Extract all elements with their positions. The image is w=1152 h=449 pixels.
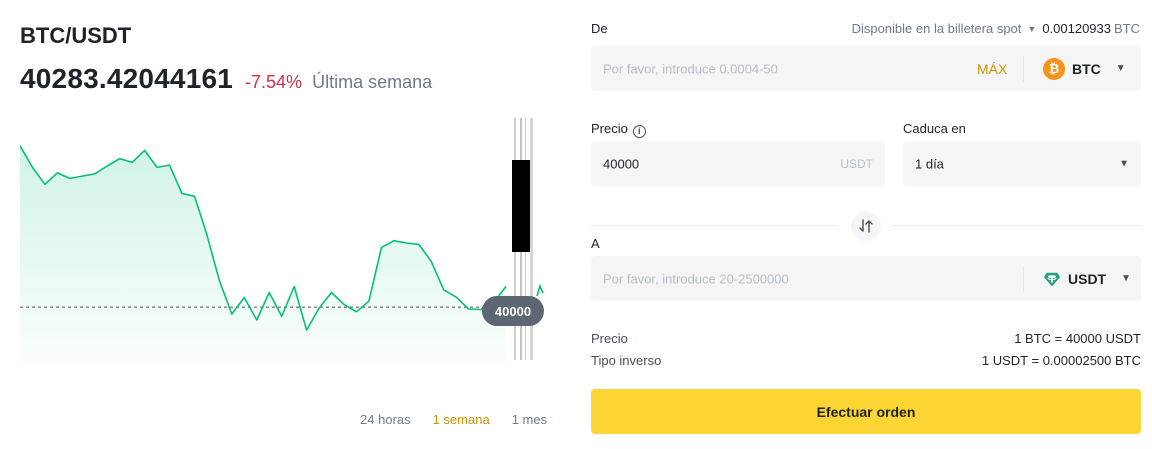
caret-down-icon[interactable]: ▼ [1027,24,1036,34]
summary-price-row: Precio 1 BTC = 40000 USDT [591,331,1141,346]
price-line-tail [536,283,544,297]
price-unit: USDT [840,157,873,171]
available-balance: Disponible en la billetera spot ▼ 0.0012… [852,21,1140,36]
range-tab-1w[interactable]: 1 semana [433,412,490,427]
usdt-icon [1043,272,1061,286]
price-field[interactable]: 40000 USDT [591,142,885,186]
divider-left [591,225,838,226]
price-chart-svg [20,118,544,363]
price-change: -7.54% [245,72,303,92]
pair-title: BTC/USDT [20,23,132,48]
caret-down-icon: ▼ [1119,158,1129,170]
current-price: 40283.42044161 [20,63,234,94]
swap-icon [859,219,873,233]
to-amount-input[interactable]: Por favor, introduce 20-2500000 [603,271,789,286]
divider-right [893,225,1141,226]
range-tabs: 24 horas 1 semana 1 mes [360,412,547,427]
render-artifact [512,160,530,252]
available-label: Disponible en la billetera spot [851,21,1022,36]
expires-value: 1 día [915,156,944,172]
divider [1023,266,1024,292]
max-button[interactable]: MÁX [977,61,1007,77]
summary-inverse-row: Tipo inverso 1 USDT = 0.00002500 BTC [591,353,1141,368]
range-tab-24h[interactable]: 24 horas [360,412,411,427]
to-coin-label: USDT [1068,270,1107,287]
divider [1023,56,1024,82]
price-input[interactable]: 40000 [603,157,639,172]
available-currency: BTC [1114,21,1140,36]
price-row: 40283.42044161 -7.54% Última semana [20,63,432,95]
caret-down-icon: ▼ [1121,273,1132,284]
btc-icon: ₿ [1043,57,1065,80]
expires-select[interactable]: 1 día ▼ [903,142,1141,186]
caret-down-icon: ▼ [1115,63,1126,74]
summary-inverse-value: 1 USDT = 0.00002500 BTC [981,353,1141,368]
summary-inverse-label: Tipo inverso [591,353,662,368]
from-amount-field[interactable]: Por favor, introduce 0.0004-50 MÁX ₿ BTC… [591,46,1141,91]
summary-price-value: 1 BTC = 40000 USDT [1014,331,1141,346]
price-area [20,145,506,363]
to-amount-field[interactable]: Por favor, introduce 20-2500000 USDT ▼ [591,256,1141,301]
available-amount: 0.00120933 [1042,21,1111,36]
price-chart [20,118,546,363]
swap-button[interactable] [851,211,881,241]
summary-price-label: Precio [591,331,628,346]
from-coin-select[interactable]: ₿ BTC ▼ [1043,57,1126,80]
from-label: De [591,21,608,36]
expires-label: Caduca en [903,121,966,136]
price-label: Precio i [591,121,646,138]
from-coin-label: BTC [1072,60,1101,77]
from-amount-input[interactable]: Por favor, introduce 0.0004-50 [603,61,778,76]
place-order-button[interactable]: Efectuar orden [591,389,1141,434]
price-label-text: Precio [591,121,628,136]
change-period: Última semana [312,72,433,92]
info-icon[interactable]: i [632,124,646,138]
to-label: A [591,236,600,251]
price-level-tag: 40000 [482,296,544,326]
range-tab-1m[interactable]: 1 mes [512,412,547,427]
to-coin-select[interactable]: USDT ▼ [1043,270,1131,288]
